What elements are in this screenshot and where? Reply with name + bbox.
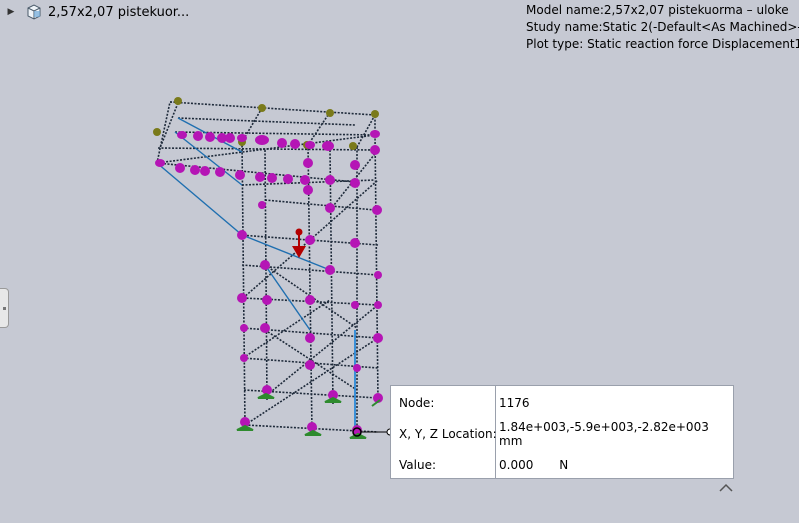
feature-tree-root[interactable]: ▶ 2,57x2,07 pistekuor... — [0, 0, 189, 24]
plot-type-text: Plot type: Static reaction force Displac… — [526, 37, 799, 51]
model-name-text: Model name:2,57x2,07 pistekuorma – uloke — [526, 3, 789, 17]
panel-handle-icon[interactable] — [0, 288, 9, 328]
expand-arrow-icon[interactable]: ▶ — [3, 7, 19, 17]
joint-markers — [155, 130, 383, 435]
collapse-chevron-icon[interactable] — [716, 480, 736, 496]
value-unit: N — [559, 457, 569, 472]
value-label: Value: — [399, 457, 436, 472]
location-value: 1.84e+003,-5.9e+003,-2.82e+003 mm — [499, 419, 709, 448]
probe-result-box: Node: 1176 X, Y, Z Location: 1.84e+003,-… — [390, 385, 734, 479]
node-value: 1176 — [499, 395, 530, 410]
location-label: X, Y, Z Location: — [399, 426, 497, 441]
node-label: Node: — [399, 395, 435, 410]
graphics-viewport[interactable]: ▶ 2,57x2,07 pistekuor... Model name:2,57… — [0, 0, 799, 523]
value-value: 0.000 N — [499, 458, 568, 472]
probe-row-location: X, Y, Z Location: 1.84e+003,-5.9e+003,-2… — [391, 418, 733, 449]
probe-row-node: Node: 1176 — [391, 387, 733, 418]
plot-info: Model name:2,57x2,07 pistekuorma – uloke… — [526, 2, 799, 53]
part-icon — [27, 4, 41, 20]
study-name-text: Study name:Static 2(-Default<As Machined… — [526, 20, 799, 34]
probe-row-value: Value: 0.000 N — [391, 449, 733, 480]
value-number: 0.000 — [499, 457, 534, 472]
part-name: 2,57x2,07 pistekuor... — [48, 4, 190, 20]
